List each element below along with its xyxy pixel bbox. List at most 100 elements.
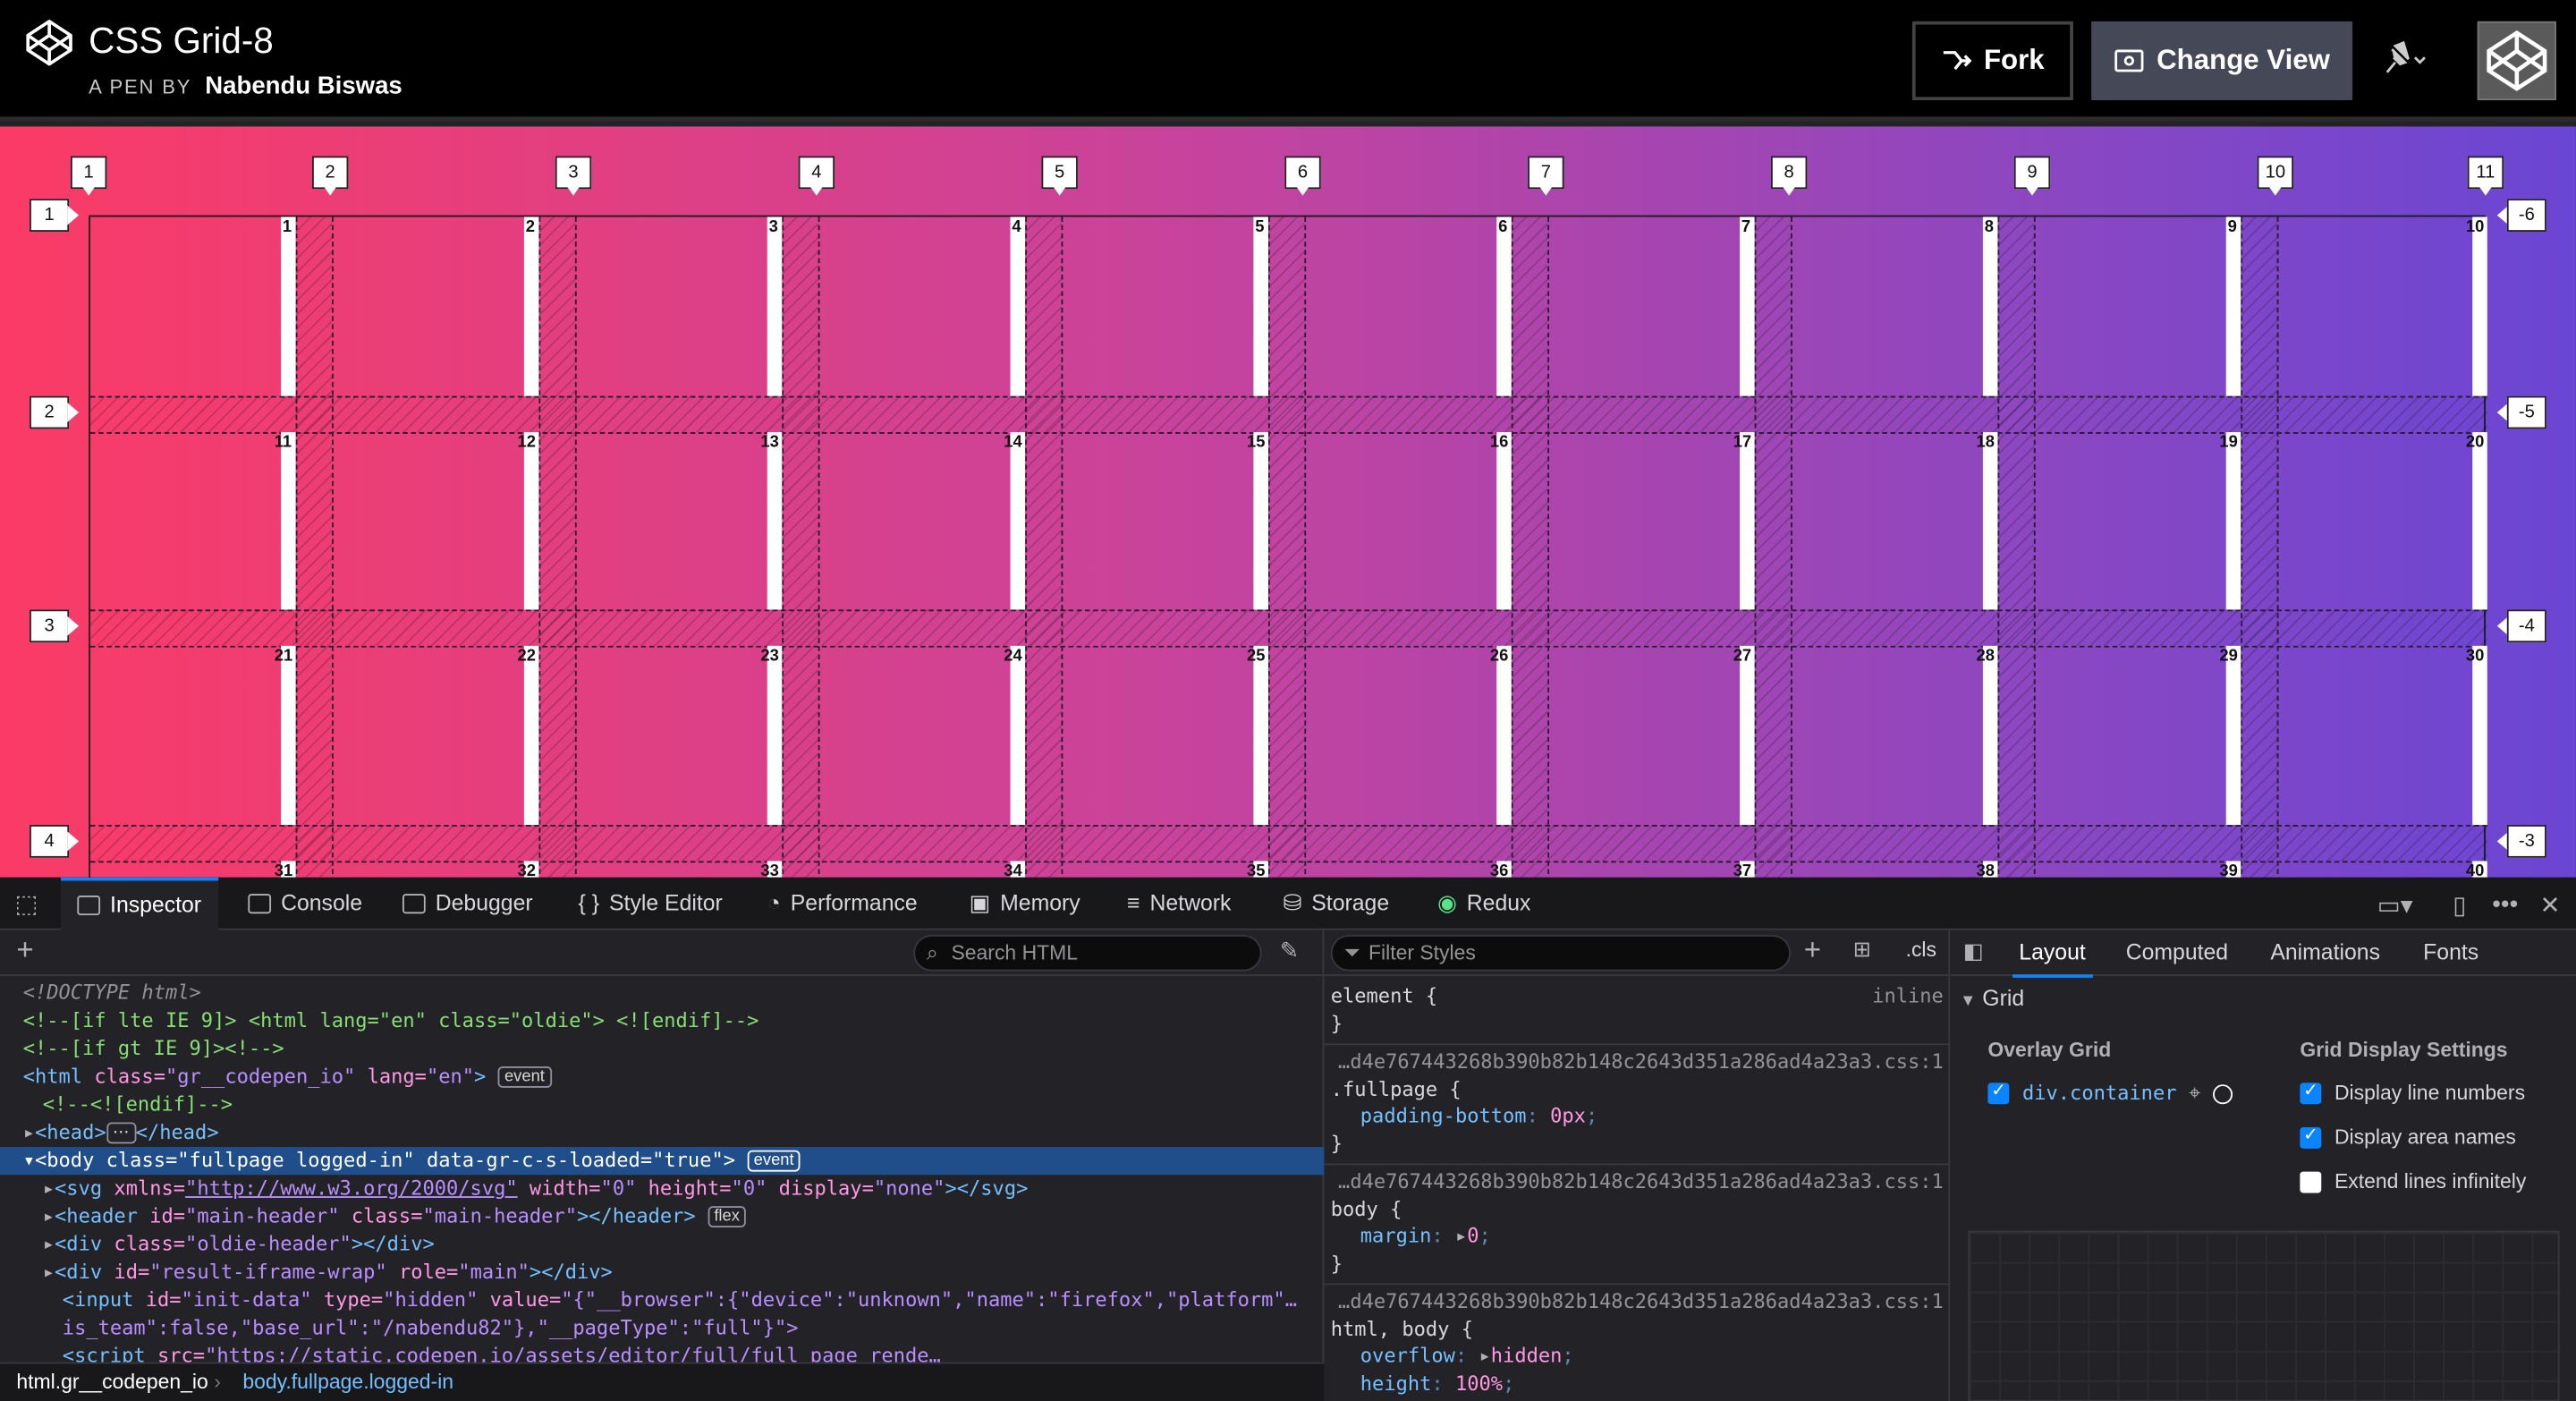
property-name[interactable]: height	[1360, 1371, 1432, 1395]
event-badge[interactable]: event	[747, 1150, 801, 1172]
change-view-button[interactable]: Change View	[2091, 21, 2353, 101]
css-declaration[interactable]: height: 100%;	[1331, 1370, 1944, 1397]
tab-performance[interactable]: ◔ Performance	[767, 878, 918, 930]
css-declaration[interactable]: margin: ▸0;	[1331, 1223, 1944, 1250]
expand-arrow-icon[interactable]: ▸	[23, 1121, 35, 1144]
breadcrumb-item[interactable]: html.gr__codepen_io	[16, 1371, 208, 1394]
css-declaration[interactable]: overflow: ▸hidden;	[1331, 1343, 1944, 1370]
add-rule-icon[interactable]: +	[1804, 933, 1821, 968]
user-avatar[interactable]	[2477, 21, 2556, 101]
grid-item-number: 27	[1733, 647, 1752, 666]
grid-item	[2472, 645, 2487, 826]
tree-node[interactable]: ▸<head> ⋯ </head>	[0, 1119, 1324, 1147]
more-options-icon[interactable]: •••	[2492, 890, 2518, 918]
rule-selector[interactable]: .fullpage {	[1331, 1075, 1944, 1102]
pin-menu-button[interactable]	[2374, 36, 2439, 85]
tab-animations[interactable]: Animations	[2270, 940, 2380, 965]
tab-redux[interactable]: ◉ Redux	[1437, 878, 1530, 930]
tab-network[interactable]: ≡ Network	[1127, 878, 1231, 930]
tab-fonts[interactable]: Fonts	[2423, 940, 2479, 965]
expand-arrow-icon[interactable]: ▸	[43, 1261, 55, 1284]
tab-style-editor[interactable]: { } Style Editor	[579, 878, 723, 930]
event-badge[interactable]: event	[497, 1066, 552, 1088]
tree-node[interactable]: ▸<header id="main-header" class="main-he…	[0, 1202, 1324, 1230]
attr-value[interactable]: "http://www.w3.org/2000/svg"	[185, 1176, 518, 1200]
grid-section-header[interactable]: ▼ Grid	[1960, 986, 2024, 1011]
author-link[interactable]: Nabendu Biswas	[205, 72, 402, 100]
flex-badge[interactable]: flex	[707, 1206, 747, 1228]
overlay-grid-item[interactable]: div.container ⌖	[1987, 1080, 2233, 1107]
checkbox[interactable]	[2300, 1171, 2322, 1193]
toggle-pseudo-class-icon[interactable]: ⊞	[1853, 937, 1871, 963]
breadcrumb-item[interactable]: body.fullpage.logged-in	[242, 1371, 453, 1394]
tree-node[interactable]: <input id="init-data" type="hidden" valu…	[0, 1286, 1324, 1314]
tree-node[interactable]: ▸<div class="oldie-header"></div>	[0, 1231, 1324, 1259]
collapsed-badge[interactable]: ⋯	[106, 1122, 136, 1144]
element-picker-icon[interactable]: ⬚	[15, 889, 38, 918]
property-name[interactable]: margin	[1360, 1224, 1432, 1247]
rule-selector[interactable]: html, body {	[1331, 1315, 1944, 1342]
close-devtools-icon[interactable]: ✕	[2540, 890, 2561, 920]
tree-node[interactable]: <!--[if gt IE 9]><!-->	[0, 1035, 1324, 1063]
collapse-arrow-icon[interactable]: ▾	[23, 1149, 35, 1172]
badge-pointer	[321, 183, 339, 196]
tree-node[interactable]: ▸<svg xmlns="http://www.w3.org/2000/svg"…	[0, 1175, 1324, 1202]
expand-arrow-icon[interactable]: ▸	[43, 1204, 55, 1227]
property-value[interactable]: 0	[1467, 1224, 1479, 1247]
expand-arrow-icon[interactable]: ▸	[43, 1233, 55, 1256]
grid-item	[281, 217, 296, 396]
property-value[interactable]: 100%	[1455, 1371, 1503, 1395]
expand-arrow-icon[interactable]: ▸	[1479, 1344, 1490, 1367]
dock-layout-icon[interactable]: ▭▾	[2377, 890, 2413, 920]
property-value[interactable]: 0px	[1550, 1104, 1586, 1127]
tree-node[interactable]: is_team":false,"base_url":"/nabendu82"},…	[0, 1314, 1324, 1342]
property-value[interactable]: hidden	[1491, 1344, 1563, 1367]
tab-console[interactable]: Console	[248, 878, 362, 930]
codepen-logo-icon[interactable]	[23, 16, 76, 69]
attr-name: value=	[489, 1287, 562, 1312]
tab-storage[interactable]: ⛁ Storage	[1283, 878, 1389, 930]
tab-memory[interactable]: ▣ Memory	[970, 878, 1080, 930]
tab-debugger[interactable]: Debugger	[402, 878, 533, 930]
tree-node-selected[interactable]: ▾<body class="fullpage logged-in" data-g…	[0, 1147, 1325, 1176]
tab-computed[interactable]: Computed	[2126, 940, 2228, 965]
search-html-input[interactable]: ⌕ Search HTML	[913, 935, 1262, 972]
byline-label: A PEN BY	[89, 75, 191, 99]
tree-node[interactable]: <!DOCTYPE html>	[0, 980, 1324, 1007]
add-node-icon[interactable]: +	[16, 933, 33, 968]
cls-toggle[interactable]: .cls	[1906, 938, 1936, 962]
property-name[interactable]: padding-bottom	[1360, 1104, 1527, 1127]
column-line-badge: 8	[1770, 156, 1808, 199]
responsive-mode-icon[interactable]: ▯	[2453, 890, 2466, 920]
tree-node[interactable]: <!--[if lte IE 9]> <html lang="en" class…	[0, 1007, 1324, 1035]
grid-item-number: 2	[525, 218, 535, 237]
tab-inspector[interactable]: Inspector	[60, 877, 218, 930]
rule-selector[interactable]: element {	[1331, 984, 1437, 1007]
setting-area-names[interactable]: Display area names	[2300, 1125, 2516, 1150]
highlight-target-icon[interactable]: ⌖	[2189, 1082, 2200, 1105]
property-name[interactable]: overflow	[1360, 1344, 1455, 1367]
tree-node[interactable]: <!--<![endif]-->	[0, 1091, 1324, 1119]
expand-arrow-icon[interactable]: ▸	[43, 1176, 55, 1200]
rule-selector[interactable]: body {	[1331, 1195, 1944, 1222]
rule-source[interactable]: …d4e767443268b390b82b148c2643d351a286ad4…	[1331, 1049, 1944, 1075]
tree-node[interactable]: ▸<div id="result-iframe-wrap" role="main…	[0, 1259, 1324, 1286]
eyedropper-icon[interactable]: ✎	[1280, 937, 1300, 964]
rule-source[interactable]: …d4e767443268b390b82b148c2643d351a286ad4…	[1331, 1168, 1944, 1195]
tree-node[interactable]: <html class="gr__codepen_io" lang="en"> …	[0, 1063, 1324, 1091]
tab-layout[interactable]: Layout	[2012, 940, 2092, 978]
filter-styles-input[interactable]: ⏷ Filter Styles	[1330, 935, 1792, 972]
css-declaration[interactable]: padding-bottom: 0px;	[1331, 1102, 1944, 1129]
grid-item	[2472, 217, 2487, 396]
setting-line-numbers[interactable]: Display line numbers	[2300, 1080, 2525, 1105]
overlay-checkbox[interactable]	[1987, 1080, 2010, 1105]
checkbox[interactable]	[2300, 1125, 2322, 1150]
grid-color-swatch[interactable]	[2212, 1083, 2233, 1104]
checkbox[interactable]	[2300, 1080, 2322, 1105]
setting-extend-lines[interactable]: Extend lines infinitely	[2300, 1170, 2526, 1193]
expand-arrow-icon[interactable]: ▸	[1455, 1224, 1467, 1247]
toggle-sidebar-icon[interactable]: ◧	[1963, 938, 1984, 964]
grid-line	[90, 609, 2487, 612]
rule-source[interactable]: …d4e767443268b390b82b148c2643d351a286ad4…	[1331, 1288, 1944, 1315]
fork-button[interactable]: Fork	[1911, 21, 2073, 101]
